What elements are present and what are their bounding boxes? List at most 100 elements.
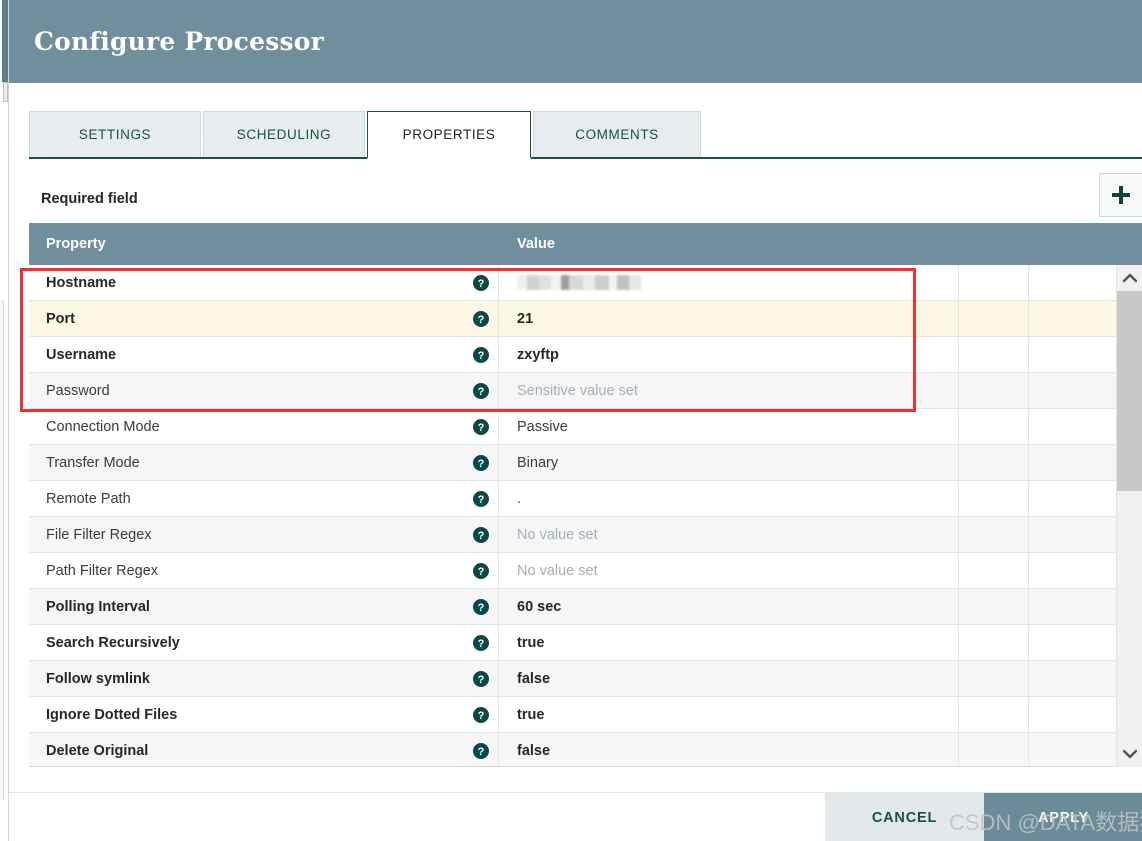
apply-button[interactable]: APPLY bbox=[984, 793, 1142, 841]
property-value-cell[interactable]: zxyftp bbox=[499, 337, 959, 372]
property-name-cell: Password? bbox=[29, 373, 499, 408]
table-row[interactable]: Follow symlink? false bbox=[29, 661, 1142, 697]
row-spacer-cell bbox=[959, 445, 1029, 480]
svg-text:?: ? bbox=[478, 710, 485, 722]
help-icon[interactable]: ? bbox=[473, 418, 489, 435]
property-name-cell: Path Filter Regex? bbox=[29, 553, 499, 588]
help-icon[interactable]: ? bbox=[473, 490, 489, 507]
scroll-down-arrow[interactable] bbox=[1117, 741, 1142, 767]
svg-text:?: ? bbox=[478, 494, 485, 506]
tab-scheduling[interactable]: SCHEDULING bbox=[203, 111, 365, 157]
row-spacer-cell bbox=[959, 265, 1029, 300]
property-label: Search Recursively bbox=[46, 634, 180, 651]
table-row[interactable]: Port? 21 bbox=[29, 301, 1142, 337]
help-icon[interactable]: ? bbox=[473, 346, 489, 363]
add-property-button[interactable] bbox=[1099, 173, 1142, 217]
property-value-text: true bbox=[517, 706, 545, 723]
page-title: Configure Processor bbox=[34, 27, 325, 56]
help-icon[interactable]: ? bbox=[473, 526, 489, 543]
property-name-cell: Remote Path? bbox=[29, 481, 499, 516]
table-scrollbar[interactable] bbox=[1116, 265, 1142, 767]
scroll-up-arrow[interactable] bbox=[1117, 265, 1142, 291]
property-label: Path Filter Regex bbox=[46, 562, 159, 579]
tab-settings[interactable]: SETTINGS bbox=[29, 111, 201, 157]
help-icon[interactable]: ? bbox=[473, 274, 489, 291]
svg-text:?: ? bbox=[478, 746, 485, 758]
property-value-cell[interactable]: false bbox=[499, 661, 959, 696]
table-row[interactable]: Connection Mode? Passive bbox=[29, 409, 1142, 445]
property-value-text: Sensitive value set bbox=[517, 382, 638, 399]
svg-text:?: ? bbox=[478, 278, 485, 290]
property-name-cell: Search Recursively? bbox=[29, 625, 499, 660]
property-value-cell[interactable]: No value set bbox=[499, 553, 959, 588]
table-row[interactable]: Transfer Mode? Binary bbox=[29, 445, 1142, 481]
property-name-cell: Hostname? bbox=[29, 265, 499, 300]
property-value-cell[interactable]: 21 bbox=[499, 301, 959, 336]
table-row[interactable]: Hostname? bbox=[29, 265, 1142, 301]
table-row[interactable]: Password? Sensitive value set bbox=[29, 373, 1142, 409]
property-name-cell: Ignore Dotted Files? bbox=[29, 697, 499, 732]
property-name-cell: Connection Mode? bbox=[29, 409, 499, 444]
help-icon[interactable]: ? bbox=[473, 706, 489, 723]
table-row[interactable]: Delete Original? false bbox=[29, 733, 1142, 766]
table-row[interactable]: Path Filter Regex? No value set bbox=[29, 553, 1142, 589]
property-value-cell[interactable]: 60 sec bbox=[499, 589, 959, 624]
svg-text:?: ? bbox=[478, 530, 485, 542]
row-spacer-cell bbox=[959, 553, 1029, 588]
help-icon[interactable]: ? bbox=[473, 382, 489, 399]
property-label: Transfer Mode bbox=[46, 454, 140, 471]
property-value-cell[interactable]: true bbox=[499, 625, 959, 660]
help-icon[interactable]: ? bbox=[473, 562, 489, 579]
property-name-cell: Follow symlink? bbox=[29, 661, 499, 696]
svg-text:?: ? bbox=[478, 350, 485, 362]
property-name-cell: Delete Original? bbox=[29, 733, 499, 766]
svg-text:?: ? bbox=[478, 674, 485, 686]
property-label: Polling Interval bbox=[46, 598, 150, 615]
table-row[interactable]: File Filter Regex? No value set bbox=[29, 517, 1142, 553]
redacted-value bbox=[517, 275, 641, 290]
table-row[interactable]: Username? zxyftp bbox=[29, 337, 1142, 373]
table-row[interactable]: Remote Path?. bbox=[29, 481, 1142, 517]
property-value-cell[interactable] bbox=[499, 265, 959, 300]
svg-text:?: ? bbox=[478, 602, 485, 614]
help-icon[interactable]: ? bbox=[473, 598, 489, 615]
property-value-text: zxyftp bbox=[517, 346, 559, 363]
property-label: Delete Original bbox=[46, 742, 149, 759]
svg-text:?: ? bbox=[478, 422, 485, 434]
cancel-button[interactable]: CANCEL bbox=[825, 793, 984, 841]
property-value-cell[interactable]: true bbox=[499, 697, 959, 732]
properties-table: Property Value Hostname? Port? 21 Username?… bbox=[29, 223, 1142, 767]
table-row[interactable]: Ignore Dotted Files? true bbox=[29, 697, 1142, 733]
table-row[interactable]: Search Recursively? true bbox=[29, 625, 1142, 661]
help-icon[interactable]: ? bbox=[473, 634, 489, 651]
table-row[interactable]: Polling Interval? 60 sec bbox=[29, 589, 1142, 625]
property-value-text: No value set bbox=[517, 562, 598, 579]
properties-toolbar: Required field bbox=[29, 173, 1142, 223]
help-icon[interactable]: ? bbox=[473, 310, 489, 327]
property-value-cell[interactable]: Sensitive value set bbox=[499, 373, 959, 408]
property-label: Connection Mode bbox=[46, 418, 160, 435]
property-value-cell[interactable]: . bbox=[499, 481, 959, 516]
property-value-cell[interactable]: Binary bbox=[499, 445, 959, 480]
row-spacer-cell bbox=[959, 337, 1029, 372]
property-value-cell[interactable]: Passive bbox=[499, 409, 959, 444]
row-spacer-cell bbox=[959, 625, 1029, 660]
tab-comments[interactable]: COMMENTS bbox=[533, 111, 701, 157]
property-label: Remote Path bbox=[46, 490, 131, 507]
tab-properties[interactable]: PROPERTIES bbox=[367, 111, 531, 159]
property-label: Ignore Dotted Files bbox=[46, 706, 178, 723]
property-label: Password bbox=[46, 382, 110, 399]
help-icon[interactable]: ? bbox=[473, 742, 489, 759]
help-icon[interactable]: ? bbox=[473, 670, 489, 687]
property-label: Hostname bbox=[46, 274, 117, 291]
property-value-text: 21 bbox=[517, 310, 534, 327]
table-header-row: Property Value bbox=[29, 223, 1142, 265]
property-name-cell: Transfer Mode? bbox=[29, 445, 499, 480]
property-value-cell[interactable]: No value set bbox=[499, 517, 959, 552]
column-header-value: Value bbox=[517, 236, 555, 252]
help-icon[interactable]: ? bbox=[473, 454, 489, 471]
property-value-text: No value set bbox=[517, 526, 598, 543]
configure-processor-dialog: Configure Processor SETTINGS SCHEDULING … bbox=[8, 0, 1142, 841]
property-value-cell[interactable]: false bbox=[499, 733, 959, 766]
scrollbar-thumb[interactable] bbox=[1117, 291, 1142, 491]
